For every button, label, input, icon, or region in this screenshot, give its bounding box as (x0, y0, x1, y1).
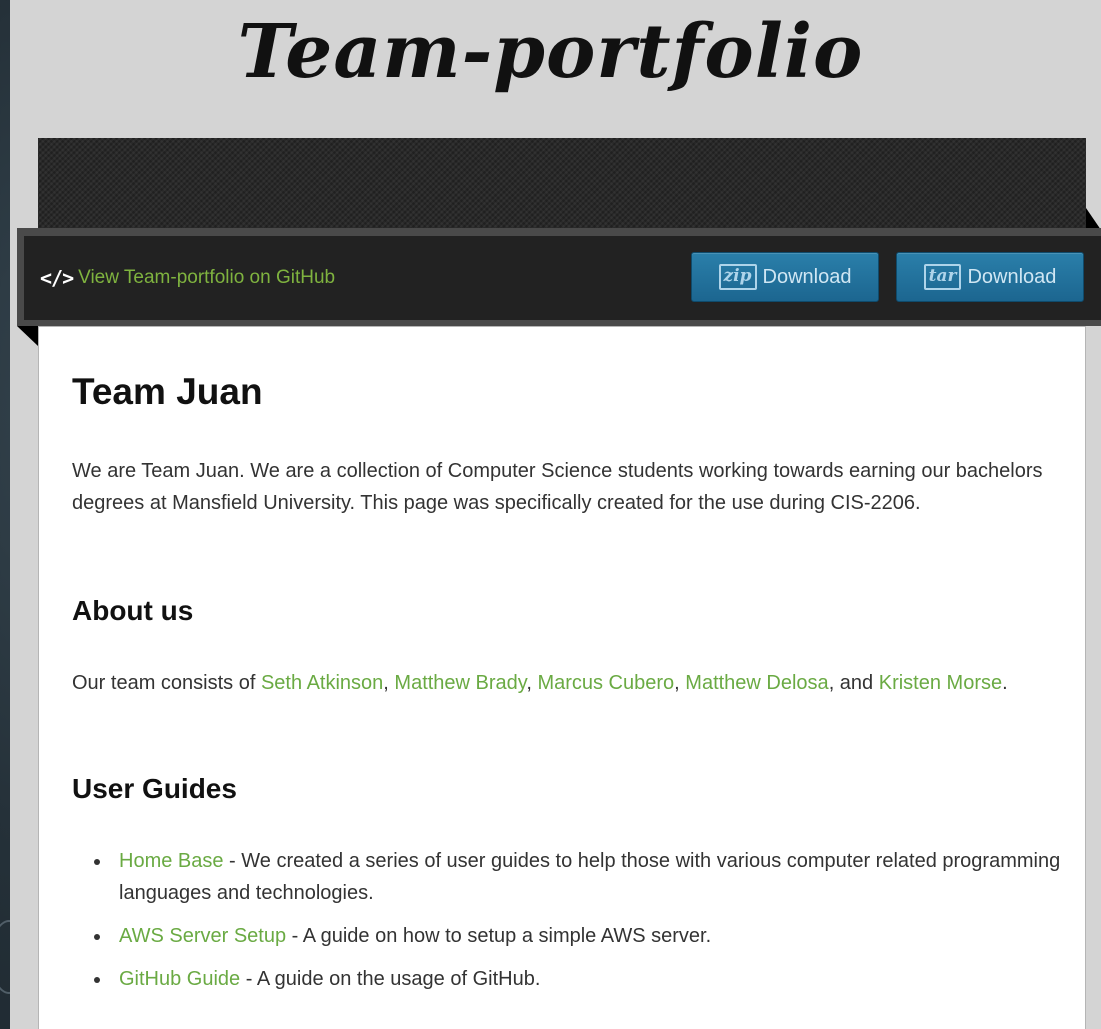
ribbon-fold-left (17, 326, 38, 346)
site-title: Team-portfolio (237, 9, 864, 95)
page-heading: Team Juan (72, 371, 263, 412)
toolbar: </> View Team-portfolio on GitHub zip Do… (17, 228, 1101, 326)
about-heading: About us (72, 595, 194, 626)
ribbon-fold-right (1086, 208, 1101, 230)
member-link-marcus-cubero[interactable]: Marcus Cubero (537, 672, 674, 694)
guide-link-home-base[interactable]: Home Base (119, 850, 224, 872)
main-content: Team Juan We are Team Juan. We are a col… (38, 326, 1086, 1029)
intro-paragraph: We are Team Juan. We are a collection of… (72, 460, 1043, 514)
zip-file-icon: zip (718, 264, 757, 290)
download-tar-button[interactable]: tar Download (896, 252, 1084, 302)
member-link-matthew-brady[interactable]: Matthew Brady (394, 672, 526, 694)
download-tar-label: Download (967, 265, 1057, 288)
guide-link-github-guide[interactable]: GitHub Guide (119, 968, 240, 990)
user-guides-heading: User Guides (72, 773, 237, 804)
github-link-label: View Team-portfolio on GitHub (78, 267, 336, 288)
about-prefix: Our team consists of (72, 672, 261, 694)
guide-description: - We created a series of user guides to … (119, 850, 1061, 904)
user-guides-list: Home Base - We created a series of user … (72, 845, 1094, 1006)
member-link-kristen-morse[interactable]: Kristen Morse (879, 672, 1002, 694)
download-zip-button[interactable]: zip Download (691, 252, 879, 302)
separator-and: , and (828, 672, 879, 694)
download-zip-label: Download (762, 265, 852, 288)
member-link-seth-atkinson[interactable]: Seth Atkinson (261, 672, 383, 694)
guide-link-aws-server-setup[interactable]: AWS Server Setup (119, 925, 286, 947)
about-paragraph: Our team consists of Seth Atkinson, Matt… (72, 667, 1047, 699)
guide-description: - A guide on the usage of GitHub. (240, 968, 541, 990)
list-item: Home Base - We created a series of user … (94, 845, 1094, 909)
separator: , (674, 672, 686, 694)
toolbar-inner: </> View Team-portfolio on GitHub zip Do… (24, 236, 1101, 320)
guide-description: - A guide on how to setup a simple AWS s… (286, 925, 712, 947)
about-end: . (1002, 672, 1008, 694)
tar-file-icon: tar (923, 264, 962, 290)
view-on-github-link[interactable]: </> View Team-portfolio on GitHub (40, 266, 335, 290)
member-link-matthew-delosa[interactable]: Matthew Delosa (685, 672, 828, 694)
list-item: GitHub Guide - A guide on the usage of G… (94, 963, 1094, 995)
separator: , (383, 672, 395, 694)
header-banner (38, 138, 1086, 234)
code-icon: </> (40, 266, 74, 290)
list-item: AWS Server Setup - A guide on how to set… (94, 920, 1094, 952)
separator: , (526, 672, 538, 694)
